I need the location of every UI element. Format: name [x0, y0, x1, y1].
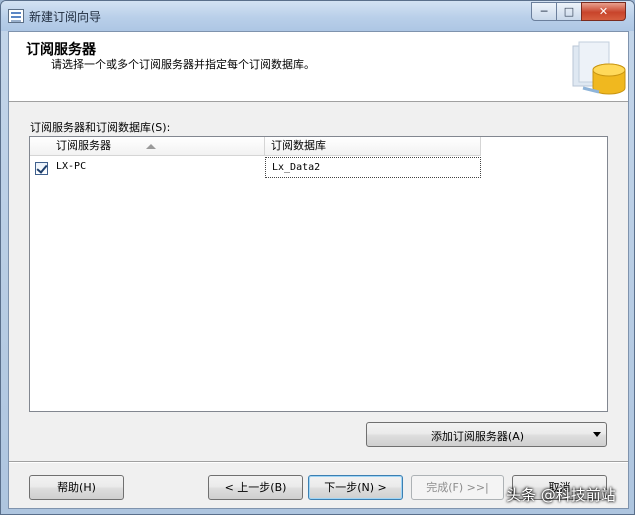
minimize-button[interactable]: ─ — [531, 2, 557, 21]
subscribers-grid[interactable]: 订阅服务器 订阅数据库 LX-PC Lx_Data2 — [29, 136, 608, 412]
wizard-header: 订阅服务器 请选择一个或多个订阅服务器并指定每个订阅数据库。 — [9, 32, 628, 102]
database-icon — [572, 41, 626, 95]
column-header-label: 订阅数据库 — [271, 139, 326, 152]
grid-header: 订阅服务器 订阅数据库 — [30, 137, 481, 156]
page-description: 请选择一个或多个订阅服务器并指定每个订阅数据库。 — [51, 58, 315, 71]
next-button[interactable]: 下一步(N) > — [308, 475, 403, 500]
column-header-database[interactable]: 订阅数据库 — [265, 137, 481, 156]
watermark: 头条 @科技前站 — [506, 486, 616, 504]
footer-divider — [9, 461, 628, 463]
dropdown-arrow-icon[interactable] — [593, 432, 601, 437]
wizard-app-icon — [8, 9, 24, 23]
title-bar[interactable]: 新建订阅向导 ─ □ ✕ — [1, 1, 634, 31]
close-button[interactable]: ✕ — [581, 2, 626, 21]
add-subscriber-label: 添加订阅服务器(A) — [430, 430, 525, 443]
help-button[interactable]: 帮助(H) — [29, 475, 124, 500]
subscriber-checkbox[interactable] — [35, 162, 48, 175]
maximize-icon: □ — [563, 5, 575, 18]
subscription-database-cell[interactable]: Lx_Data2 — [265, 157, 481, 178]
finish-button[interactable]: 完成(F) >>| — [411, 475, 504, 500]
window-title: 新建订阅向导 — [29, 10, 102, 24]
add-subscriber-button[interactable]: 添加订阅服务器(A) — [366, 422, 607, 447]
dialog-client-area: 订阅服务器 请选择一个或多个订阅服务器并指定每个订阅数据库。 订阅服务器和订阅数… — [8, 31, 629, 509]
back-button[interactable]: < 上一步(B) — [208, 475, 303, 500]
close-icon: ✕ — [598, 5, 609, 18]
maximize-button[interactable]: □ — [556, 2, 582, 21]
sort-ascending-icon — [146, 144, 156, 149]
wizard-window: 新建订阅向导 ─ □ ✕ 订阅服务器 请选择一个或多个订阅服务器并指定每个订阅数… — [0, 0, 635, 515]
column-header-subscriber[interactable]: 订阅服务器 — [50, 137, 265, 156]
subscriber-server-cell: LX-PC — [56, 161, 87, 172]
minimize-icon: ─ — [540, 5, 548, 18]
column-header-label: 订阅服务器 — [56, 139, 111, 152]
subscribers-grid-label: 订阅服务器和订阅数据库(S): — [30, 121, 171, 134]
table-row[interactable]: LX-PC Lx_Data2 — [30, 157, 481, 178]
